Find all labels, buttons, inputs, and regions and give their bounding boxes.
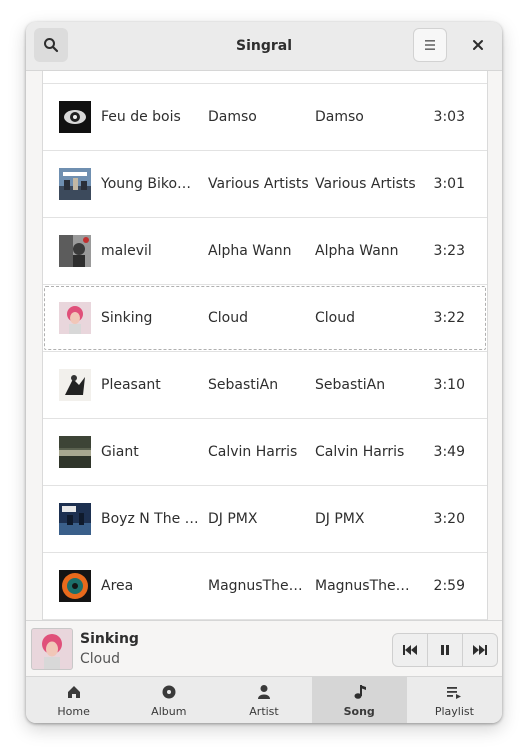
close-icon <box>472 39 484 51</box>
song-album: Alpha Wann <box>315 243 399 259</box>
song-duration: 3:23 <box>433 243 465 259</box>
song-album: Cloud <box>315 310 355 326</box>
song-row[interactable]: Area MagnusTheMagnus MagnusTheMagnus 2:5… <box>43 553 487 620</box>
app-window: Singral Feu de bois Damso Damso 3:03 You… <box>26 22 502 723</box>
song-artist: SebastiAn <box>208 377 279 393</box>
song-row[interactable]: Giant Calvin Harris Calvin Harris 3:49 <box>43 419 487 486</box>
song-row[interactable]: Pleasant SebastiAn SebastiAn 3:10 <box>43 352 487 419</box>
song-album: MagnusTheMagnus <box>315 578 419 594</box>
song-duration: 3:22 <box>433 310 465 326</box>
song-artist: MagnusTheMagnus <box>208 578 312 594</box>
song-artist: Cloud <box>208 310 248 326</box>
tab-label: Playlist <box>434 705 474 718</box>
song-title: Boyz N The Hood <box>101 511 201 527</box>
song-artist: Damso <box>208 109 257 125</box>
song-artist: Alpha Wann <box>208 243 292 259</box>
song-album: SebastiAn <box>315 377 386 393</box>
album-cover <box>59 570 91 602</box>
disc-icon <box>161 684 177 700</box>
song-title: Pleasant <box>101 377 161 393</box>
album-cover <box>59 235 91 267</box>
tab-playlist[interactable]: Playlist <box>407 677 502 723</box>
hamburger-menu-icon <box>423 39 437 51</box>
song-title: malevil <box>101 243 152 259</box>
pause-button[interactable] <box>428 634 463 666</box>
song-row-selected[interactable]: Sinking Cloud Cloud 3:22 <box>43 285 487 352</box>
song-duration: 3:01 <box>433 176 465 192</box>
tab-home[interactable]: Home <box>26 677 121 723</box>
main-menu-button[interactable] <box>413 28 447 62</box>
next-button[interactable] <box>463 634 497 666</box>
song-title: Young Bikow 3 <box>101 176 201 192</box>
song-duration: 3:49 <box>433 444 465 460</box>
song-title: Giant <box>101 444 139 460</box>
close-button[interactable] <box>461 28 495 62</box>
song-list-scroll[interactable]: Feu de bois Damso Damso 3:03 Young Bikow… <box>26 71 502 620</box>
album-cover <box>59 101 91 133</box>
song-duration: 3:03 <box>433 109 465 125</box>
playlist-icon <box>446 684 462 700</box>
song-row[interactable]: malevil Alpha Wann Alpha Wann 3:23 <box>43 218 487 285</box>
person-icon <box>256 684 272 700</box>
tab-album[interactable]: Album <box>121 677 216 723</box>
song-artist: Calvin Harris <box>208 444 298 460</box>
song-album: DJ PMX <box>315 511 365 527</box>
pause-icon <box>440 644 450 656</box>
tab-label: Home <box>57 705 90 718</box>
song-title: Feu de bois <box>101 109 181 125</box>
now-playing-cover[interactable] <box>31 628 73 670</box>
home-icon <box>66 684 82 700</box>
tab-artist[interactable]: Artist <box>216 677 311 723</box>
skip-previous-icon <box>402 644 418 656</box>
now-playing-title: Sinking <box>80 631 139 647</box>
song-duration: 2:59 <box>433 578 465 594</box>
tab-song[interactable]: Song <box>311 677 407 723</box>
song-title: Area <box>101 578 134 594</box>
song-duration: 3:20 <box>433 511 465 527</box>
song-album: Various Artists <box>315 176 416 192</box>
album-cover <box>59 168 91 200</box>
previous-button[interactable] <box>393 634 428 666</box>
song-row[interactable]: Feu de bois Damso Damso 3:03 <box>43 84 487 151</box>
song-row[interactable]: Boyz N The Hood DJ PMX DJ PMX 3:20 <box>43 486 487 553</box>
header-bar: Singral <box>26 22 502 71</box>
now-playing-artist: Cloud <box>80 651 120 667</box>
now-playing-bar: Sinking Cloud <box>26 620 502 677</box>
music-note-icon <box>351 684 367 700</box>
album-cover <box>59 436 91 468</box>
song-duration: 3:10 <box>433 377 465 393</box>
playback-controls <box>392 633 498 667</box>
tab-label: Song <box>343 705 375 718</box>
skip-next-icon <box>472 644 488 656</box>
song-row[interactable]: Young Bikow 3 Various Artists Various Ar… <box>43 151 487 218</box>
album-cover <box>59 369 91 401</box>
partial-list-item <box>43 71 487 84</box>
album-cover <box>59 302 91 334</box>
album-cover <box>59 503 91 535</box>
tab-label: Album <box>151 705 187 718</box>
tab-label: Artist <box>249 705 279 718</box>
song-artist: Various Artists <box>208 176 309 192</box>
song-artist: DJ PMX <box>208 511 258 527</box>
view-switcher: Home Album Artist Song Playlist <box>26 676 502 723</box>
song-album: Damso <box>315 109 364 125</box>
song-title: Sinking <box>101 310 153 326</box>
song-album: Calvin Harris <box>315 444 405 460</box>
song-list: Feu de bois Damso Damso 3:03 Young Bikow… <box>42 71 488 620</box>
